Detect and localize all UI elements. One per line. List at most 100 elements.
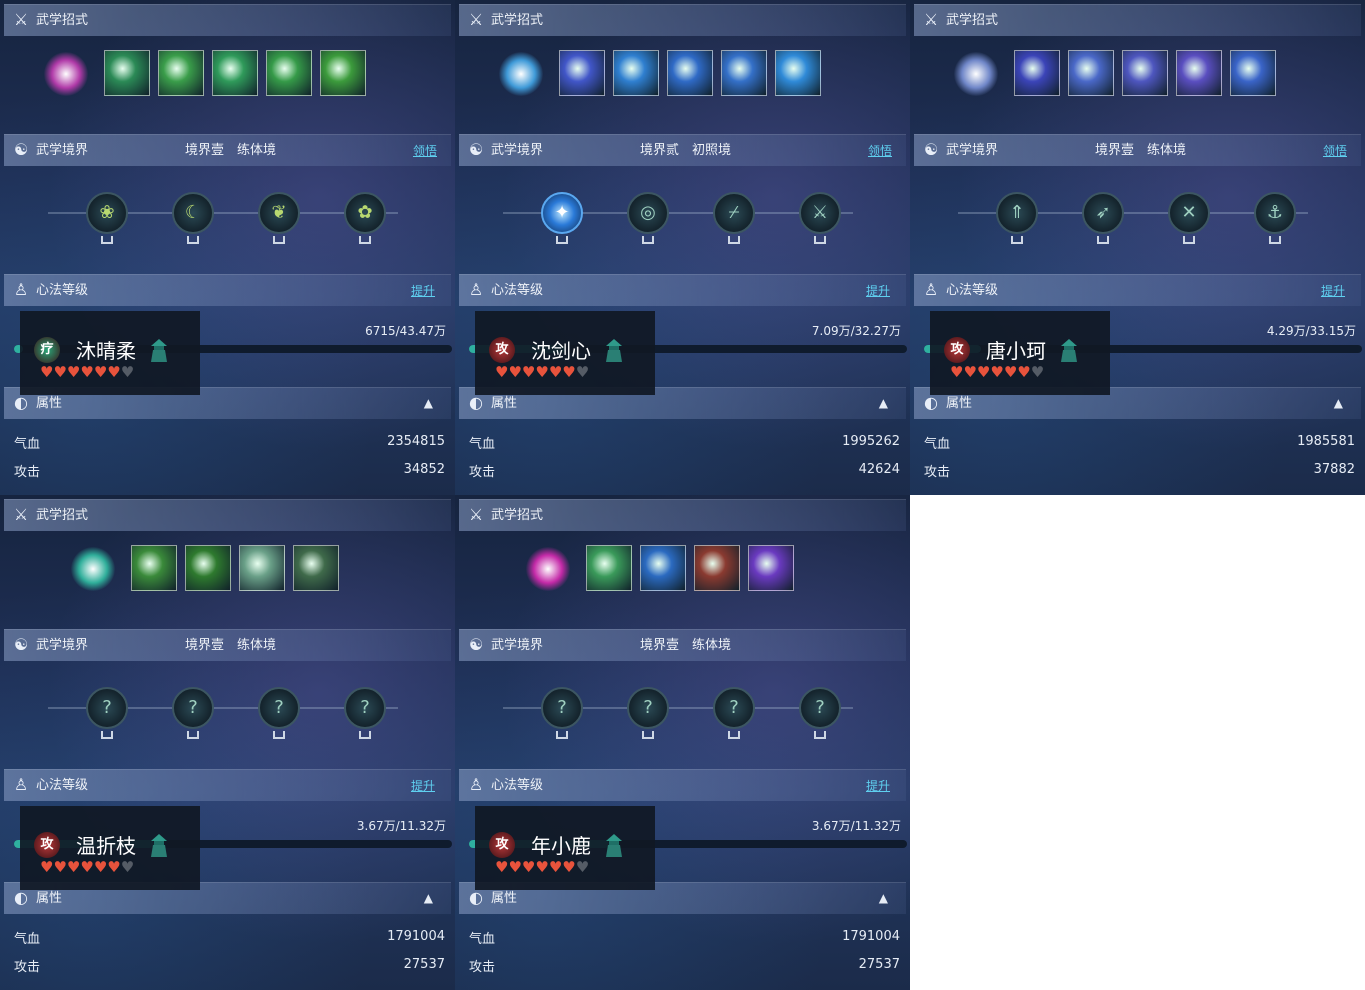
skill-icon[interactable] xyxy=(586,545,632,591)
skills-header: ⚔ 武学招式 xyxy=(4,499,451,531)
locked-node-icon[interactable]: ? xyxy=(258,687,300,729)
realm-node-icon[interactable]: ❦ xyxy=(258,192,300,234)
realm-level: 境界壹 练体境 xyxy=(185,143,277,158)
main-skill-icon[interactable] xyxy=(499,52,543,96)
heart-icon: ♥ xyxy=(66,858,81,876)
upgrade-link[interactable]: 提升 xyxy=(1321,275,1345,308)
upgrade-link[interactable]: 提升 xyxy=(866,770,890,803)
skill-icon[interactable] xyxy=(1122,50,1168,96)
hp-label: 气血 xyxy=(924,437,951,452)
realm-node-icon[interactable]: ✕ xyxy=(1168,192,1210,234)
hp-value: 1995262 xyxy=(842,434,900,449)
chevron-up-icon[interactable]: ▲ xyxy=(424,883,433,914)
xinfa-title: 心法等级 xyxy=(491,283,544,298)
heart-icon: ♥ xyxy=(562,858,576,876)
realm-node-icon[interactable]: ➶ xyxy=(1082,192,1124,234)
main-skill-icon[interactable] xyxy=(71,547,115,591)
chevron-up-icon[interactable]: ▲ xyxy=(879,883,888,914)
character-card[interactable]: 攻年小鹿 ♥♥♥♥♥♥♥ xyxy=(475,806,655,890)
skill-icon[interactable] xyxy=(212,50,258,96)
realm-header: ☯ 武学境界 境界壹 练体境 领悟 xyxy=(4,134,451,166)
comprehend-link[interactable]: 领悟 xyxy=(1323,135,1347,168)
skill-icon[interactable] xyxy=(131,545,177,591)
node-slot-icon xyxy=(1269,236,1281,244)
role-badge: 攻 xyxy=(944,337,970,363)
skill-icon[interactable] xyxy=(104,50,150,96)
skill-icon[interactable] xyxy=(613,50,659,96)
realm-track: ❀ ☾ ❦ ✿ xyxy=(48,185,398,245)
heart-icon: ♥ xyxy=(1017,363,1031,381)
realm-node-icon[interactable]: ✦ xyxy=(541,192,583,234)
skill-icon[interactable] xyxy=(1068,50,1114,96)
character-panel: ⚔ 武学招式 ☯ 武学境界 境界壹 练体境 领悟 ❀ ☾ ❦ ✿ ♙ 心法等级 提升 6715/43.47… xyxy=(0,0,455,495)
locked-node-icon[interactable]: ? xyxy=(627,687,669,729)
realm-node-icon[interactable]: ☾ xyxy=(172,192,214,234)
realm-node-icon[interactable]: ❀ xyxy=(86,192,128,234)
realm-title: 武学境界 xyxy=(36,143,89,158)
character-card[interactable]: 疗沐晴柔 ♥♥♥♥♥♥♥ xyxy=(20,311,200,395)
main-skill-icon[interactable] xyxy=(44,52,88,96)
realm-node-icon[interactable]: ✿ xyxy=(344,192,386,234)
skill-icon[interactable] xyxy=(185,545,231,591)
locked-node-icon[interactable]: ? xyxy=(799,687,841,729)
character-panel: ⚔ 武学招式 ☯ 武学境界 境界壹 练体境 领悟 ⇑ ➶ ✕ ⚓ ♙ 心法等级 提升 4.29万/33.1… xyxy=(910,0,1365,495)
chevron-up-icon[interactable]: ▲ xyxy=(424,388,433,419)
hp-value: 1791004 xyxy=(387,929,445,944)
skill-icon[interactable] xyxy=(640,545,686,591)
attack-label: 攻击 xyxy=(14,960,41,975)
comprehend-link[interactable]: 领悟 xyxy=(413,135,437,168)
heart-icon: ♥ xyxy=(508,363,522,381)
character-card[interactable]: 攻温折枝 ♥♥♥♥♥♥♥ xyxy=(20,806,200,890)
skill-icon[interactable] xyxy=(1176,50,1222,96)
skill-icon[interactable] xyxy=(158,50,204,96)
realm-node-icon[interactable]: ⚔ xyxy=(799,192,841,234)
main-skill-icon[interactable] xyxy=(954,52,998,96)
main-skill-icon[interactable] xyxy=(526,547,570,591)
locked-node-icon[interactable]: ? xyxy=(713,687,755,729)
skill-icon[interactable] xyxy=(667,50,713,96)
realm-node-icon[interactable]: ⇑ xyxy=(996,192,1038,234)
node-slot-icon xyxy=(1011,236,1023,244)
upgrade-link[interactable]: 提升 xyxy=(866,275,890,308)
skill-icon[interactable] xyxy=(266,50,312,96)
hat-figure-icon xyxy=(148,337,170,363)
meditating-figure-icon: ♙ xyxy=(468,775,484,794)
character-card[interactable]: 攻唐小珂 ♥♥♥♥♥♥♥ xyxy=(930,311,1110,395)
node-slot-icon xyxy=(273,236,285,244)
skill-icon[interactable] xyxy=(559,50,605,96)
node-slot-icon xyxy=(642,236,654,244)
realm-node-icon[interactable]: ⚓ xyxy=(1254,192,1296,234)
heart-icon: ♥ xyxy=(548,363,563,381)
skill-icon[interactable] xyxy=(694,545,740,591)
realm-track: ⇑ ➶ ✕ ⚓ xyxy=(958,185,1308,245)
locked-node-icon[interactable]: ? xyxy=(344,687,386,729)
character-card[interactable]: 攻沈剑心 ♥♥♥♥♥♥♥ xyxy=(475,311,655,395)
skills-row xyxy=(455,50,910,100)
locked-node-icon[interactable]: ? xyxy=(541,687,583,729)
heart-icon: ♥ xyxy=(80,858,94,876)
character-panel: ⚔ 武学招式 ☯ 武学境界 境界壹 练体境???? ♙ 心法等级 提升 3.67万/11.32万… xyxy=(0,495,455,990)
upgrade-link[interactable]: 提升 xyxy=(411,770,435,803)
chevron-up-icon[interactable]: ▲ xyxy=(879,388,888,419)
skill-icon[interactable] xyxy=(1230,50,1276,96)
locked-node-icon[interactable]: ? xyxy=(172,687,214,729)
xinfa-title: 心法等级 xyxy=(36,778,89,793)
swirl-icon: ☯ xyxy=(13,635,29,654)
skill-icon[interactable] xyxy=(293,545,339,591)
skill-icon[interactable] xyxy=(721,50,767,96)
skill-icon[interactable] xyxy=(1014,50,1060,96)
realm-node-icon[interactable]: ⌿ xyxy=(713,192,755,234)
skill-icon[interactable] xyxy=(320,50,366,96)
chevron-up-icon[interactable]: ▲ xyxy=(1334,388,1343,419)
heart-icon: ♥ xyxy=(508,858,522,876)
heart-icon: ♥ xyxy=(53,363,67,381)
heart-icon: ♥ xyxy=(990,363,1004,381)
realm-node-icon[interactable]: ◎ xyxy=(627,192,669,234)
skill-icon[interactable] xyxy=(239,545,285,591)
upgrade-link[interactable]: 提升 xyxy=(411,275,435,308)
skill-icon[interactable] xyxy=(748,545,794,591)
skill-icon[interactable] xyxy=(775,50,821,96)
heart-icon: ♥ xyxy=(535,858,549,876)
comprehend-link[interactable]: 领悟 xyxy=(868,135,892,168)
locked-node-icon[interactable]: ? xyxy=(86,687,128,729)
